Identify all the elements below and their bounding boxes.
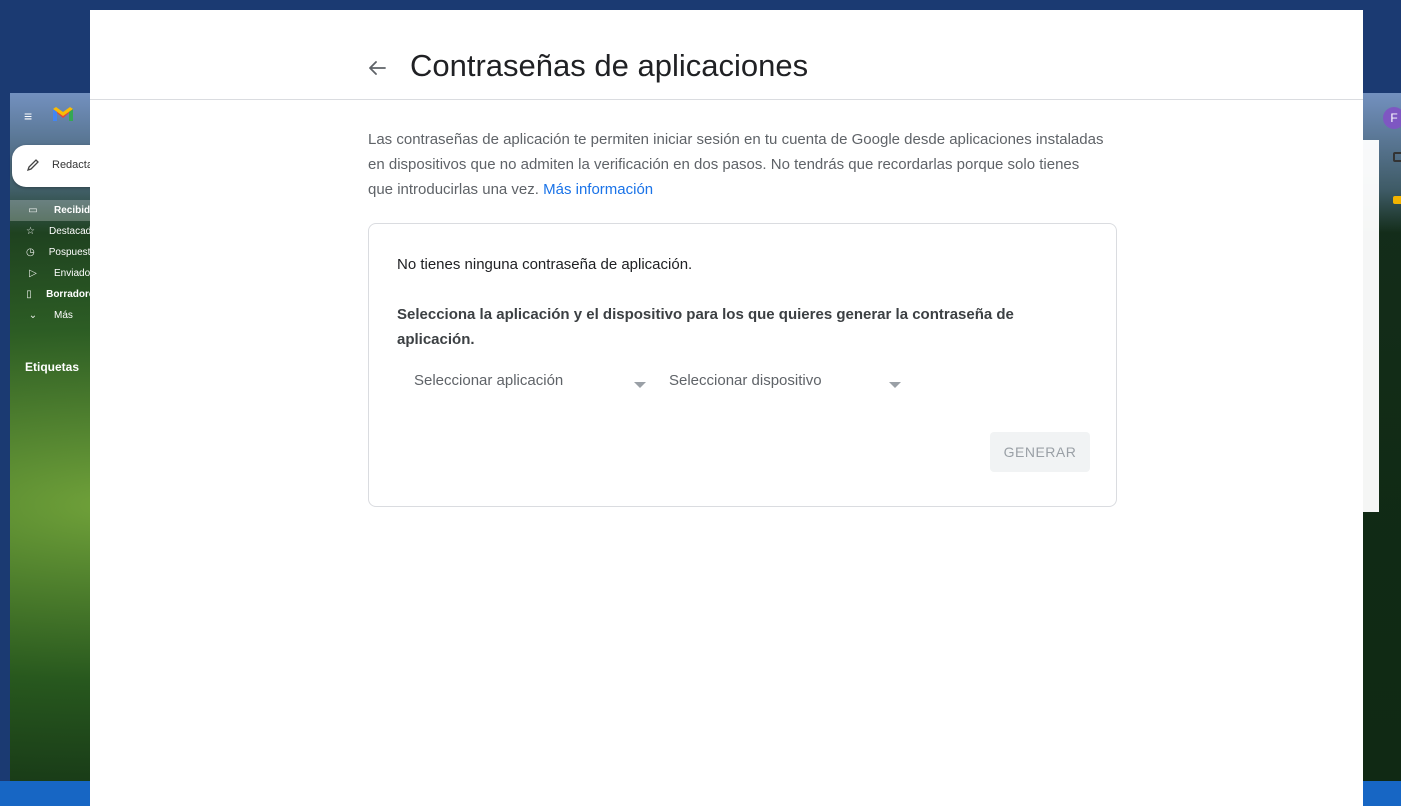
- nav-item-more[interactable]: ⌄ Más: [10, 305, 100, 326]
- draft-icon: ▯: [26, 289, 32, 300]
- app-passwords-sheet: Contraseñas de aplicaciones Las contrase…: [90, 10, 1363, 806]
- intro-text: Las contraseñas de aplicación te permite…: [368, 127, 1108, 202]
- gmail-right-rail: F: [1363, 100, 1401, 781]
- learn-more-link[interactable]: Más información: [543, 181, 653, 198]
- arrow-back-icon[interactable]: [366, 57, 388, 79]
- empty-message: No tienes ninguna contraseña de aplicaci…: [397, 256, 693, 273]
- gmail-topbar: ≡: [10, 100, 100, 132]
- chevron-down-icon: ⌄: [28, 310, 38, 321]
- gmail-logo-icon: [53, 107, 73, 121]
- labels-heading: Etiquetas: [25, 360, 80, 374]
- intro-body: Las contraseñas de aplicación te permite…: [368, 131, 1104, 198]
- inbox-icon: ▭: [28, 205, 38, 216]
- nav-item-starred[interactable]: ☆ Destacados: [10, 221, 100, 242]
- select-app-dropdown[interactable]: Seleccionar aplicación: [414, 372, 654, 400]
- nav-item-sent[interactable]: ▷ Enviados: [10, 263, 100, 284]
- app-password-card: No tienes ninguna contraseña de aplicaci…: [368, 223, 1117, 507]
- avatar[interactable]: F: [1383, 107, 1401, 129]
- menu-icon[interactable]: ≡: [24, 108, 32, 124]
- nav-item-label: Enviados: [54, 268, 96, 279]
- side-panel: [1363, 140, 1379, 512]
- star-icon: ☆: [26, 226, 35, 237]
- dropdown-arrow-icon: [634, 382, 646, 388]
- keep-icon[interactable]: [1393, 196, 1401, 204]
- generate-button[interactable]: GENERAR: [990, 432, 1090, 472]
- nav-item-label: Más: [54, 310, 73, 321]
- nav-item-drafts[interactable]: ▯ Borradores: [10, 284, 100, 305]
- gmail-nav: ▭ Recibido ☆ Destacados ◷ Pospuestos ▷ E…: [10, 200, 100, 326]
- nav-item-snoozed[interactable]: ◷ Pospuestos: [10, 242, 100, 263]
- compose-label: Redacta: [52, 159, 93, 171]
- select-app-value: Seleccionar aplicación: [414, 372, 564, 389]
- calendar-icon[interactable]: [1393, 152, 1401, 162]
- dropdown-arrow-icon: [889, 382, 901, 388]
- send-icon: ▷: [29, 268, 37, 279]
- select-device-value: Seleccionar dispositivo: [669, 372, 822, 389]
- page-title: Contraseñas de aplicaciones: [410, 48, 809, 83]
- select-prompt: Selecciona la aplicación y el dispositiv…: [397, 306, 1014, 348]
- clock-icon: ◷: [26, 247, 35, 258]
- sheet-header: Contraseñas de aplicaciones: [90, 10, 1363, 100]
- nav-item-inbox[interactable]: ▭ Recibido: [10, 200, 100, 221]
- select-device-dropdown[interactable]: Seleccionar dispositivo: [669, 372, 909, 400]
- pencil-icon: [26, 159, 39, 172]
